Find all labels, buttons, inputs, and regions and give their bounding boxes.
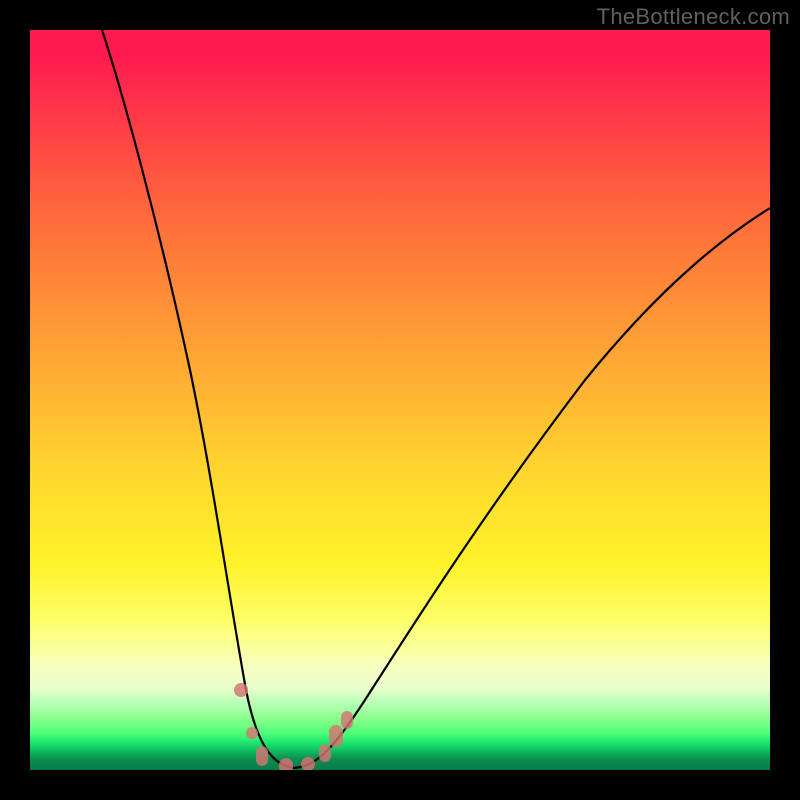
plot-area (30, 30, 770, 770)
marker-right-upper (329, 725, 343, 747)
chart-frame: TheBottleneck.com (0, 0, 800, 800)
marker-bottom-1 (256, 746, 268, 766)
marker-right-lower (319, 744, 331, 762)
marker-bottom-2 (279, 758, 293, 770)
curve-svg (30, 30, 770, 770)
watermark-text: TheBottleneck.com (597, 4, 790, 30)
marker-right-top (341, 711, 353, 729)
marker-left-upper (234, 683, 248, 697)
marker-bottom-3 (301, 757, 315, 770)
marker-left-lower (246, 727, 258, 739)
curve-left-branch (102, 30, 294, 768)
curve-right-branch (294, 208, 770, 768)
